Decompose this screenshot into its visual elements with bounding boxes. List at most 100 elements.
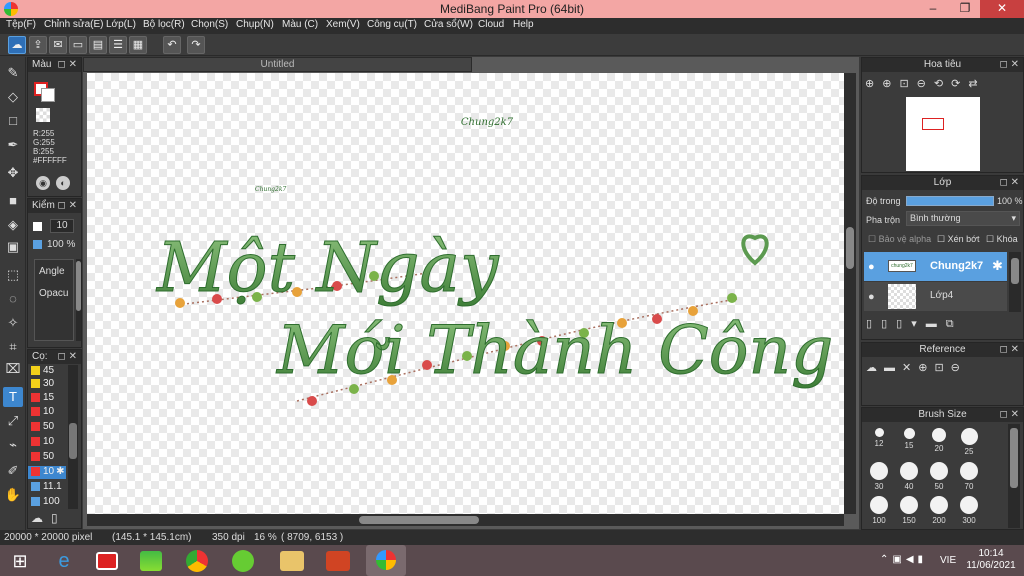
canvas-vertical-scrollbar[interactable] <box>844 73 856 514</box>
pen-tool-icon[interactable]: ✒ <box>3 135 23 155</box>
canvas-horizontal-scrollbar[interactable] <box>87 514 844 526</box>
background-color-swatch[interactable] <box>41 88 55 102</box>
brush-tool-icon[interactable]: ✎ <box>3 63 23 83</box>
clock[interactable]: 10:14 11/06/2021 <box>966 548 1016 572</box>
zoom-in-icon[interactable]: ⊕ <box>865 78 882 90</box>
zoom-out-icon[interactable]: ⊖ <box>951 362 967 374</box>
size-row[interactable]: 45 <box>28 365 66 378</box>
menu-color[interactable]: Màu (C) <box>282 19 318 30</box>
transparent-swatch[interactable] <box>36 108 50 122</box>
navigator-preview[interactable] <box>906 97 980 171</box>
windows-start-icon[interactable]: ⊞ <box>6 548 34 574</box>
menu-window[interactable]: Cửa sổ(W) <box>424 19 473 30</box>
file-explorer-icon[interactable] <box>280 551 304 571</box>
open-folder-icon[interactable]: ▬ <box>884 362 902 374</box>
brush-size-option[interactable]: 70 <box>954 460 984 496</box>
eyedropper-icon[interactable]: ✐ <box>3 461 23 481</box>
fit-icon[interactable]: ⊡ <box>934 362 950 374</box>
menu-capture[interactable]: Chụp(N) <box>236 19 274 30</box>
menu-tools[interactable]: Công cụ(T) <box>367 19 417 30</box>
bluestacks-icon[interactable] <box>140 551 162 571</box>
size-row-selected[interactable]: 10 ✱ <box>28 466 66 479</box>
size-row[interactable]: 30 <box>28 378 66 391</box>
size-row[interactable]: 10 <box>28 436 66 449</box>
brush-size-field[interactable]: 10 <box>50 219 74 233</box>
minimize-button[interactable]: – <box>918 0 948 18</box>
document-tab[interactable]: Untitled <box>83 57 472 72</box>
select-eraser-icon[interactable]: ⌧ <box>3 359 23 379</box>
menu-view[interactable]: Xem(V) <box>326 19 360 30</box>
zoom-in-2-icon[interactable]: ⊕ <box>882 78 899 90</box>
bucket-tool-icon[interactable]: ◈ <box>3 215 23 235</box>
size-row[interactable]: 100 <box>28 496 66 509</box>
layer-opacity-slider[interactable] <box>906 196 994 206</box>
share-icon[interactable]: ⇪ <box>29 36 47 54</box>
blend-mode-select[interactable]: Bình thường ▾ <box>906 211 1020 226</box>
folder-icon[interactable]: ▬ <box>926 318 946 330</box>
magic-wand-icon[interactable]: ✧ <box>3 313 23 333</box>
brush-options-scrollbar[interactable] <box>76 259 81 341</box>
size-row[interactable]: 50 <box>28 421 66 434</box>
color-wheel-icon[interactable]: ◐ <box>56 176 70 190</box>
close-button[interactable]: ✕ <box>980 0 1024 18</box>
dropper-tool-icon[interactable]: ⌁ <box>3 435 23 455</box>
layer-menu-icon[interactable]: ▾ <box>911 318 926 330</box>
cloud-upload-icon[interactable]: ☁ <box>866 362 884 374</box>
menu-cloud[interactable]: Cloud <box>478 19 504 30</box>
close-icon[interactable]: ✕ <box>902 362 918 374</box>
fill-rect-tool-icon[interactable]: ■ <box>3 191 23 211</box>
restore-button[interactable]: ❐ <box>950 0 980 18</box>
zoom-out-icon[interactable]: ⊖ <box>917 78 934 90</box>
language-indicator[interactable]: VIE <box>940 555 956 566</box>
redo-icon[interactable]: ↷ <box>187 36 205 54</box>
select-rect-icon[interactable]: ⬚ <box>3 265 23 285</box>
menu-filter[interactable]: Bộ lọc(R) <box>143 19 185 30</box>
brush-size-option[interactable]: 40 <box>894 460 924 496</box>
palette-icon[interactable]: ◉ <box>36 176 50 190</box>
document-icon[interactable]: ▤ <box>89 36 107 54</box>
move-tool-icon[interactable]: ✥ <box>3 163 23 183</box>
merge-icon[interactable]: ⧉ <box>946 318 963 330</box>
size-row[interactable]: 50 <box>28 451 66 464</box>
drawing-canvas[interactable]: Chung2k7 Chung2k7 Một Ngày Mới Thành Côn… <box>87 73 844 514</box>
menu-select[interactable]: Chọn(S) <box>191 19 228 30</box>
brush-size-option[interactable]: 300 <box>954 494 984 530</box>
comment-icon[interactable]: ✉ <box>49 36 67 54</box>
fit-icon[interactable]: ⊡ <box>899 78 916 90</box>
new-layer-icon[interactable]: ▯ <box>866 318 881 330</box>
brush-size-option[interactable]: 30 <box>864 460 894 496</box>
eraser-tool-icon[interactable]: ◇ <box>3 87 23 107</box>
layer-scrollbar[interactable] <box>1009 252 1021 312</box>
brush-size-option[interactable]: 15 <box>894 426 924 462</box>
system-tray-icons[interactable]: ⌃▣◀▮ <box>880 554 927 565</box>
brush-size-option[interactable]: 20 <box>924 426 954 462</box>
medibang-taskbar-button[interactable] <box>366 545 406 576</box>
rotate-right-icon[interactable]: ⟳ <box>951 78 968 90</box>
add-brush-icon[interactable]: ☁ <box>31 511 47 525</box>
brush-list-scrollbar[interactable] <box>68 365 78 509</box>
grid-icon[interactable]: ▦ <box>129 36 147 54</box>
text-tool-icon[interactable]: T <box>3 387 23 407</box>
lasso-tool-icon[interactable]: ◌ <box>3 289 23 309</box>
protect-alpha-checkbox[interactable]: ☐ Bảo vệ alpha <box>868 234 931 245</box>
gradient-tool-icon[interactable]: ▣ <box>3 237 23 257</box>
brush-opacity-value[interactable]: 100 % <box>47 239 75 250</box>
operation-tool-icon[interactable]: ⤢ <box>3 411 23 431</box>
layer-item-selected[interactable]: ● chung2k7 Chung2k7 ✱ <box>864 252 1007 281</box>
brush-size-option[interactable]: 12 <box>864 426 894 462</box>
app-icon[interactable] <box>232 550 254 572</box>
ie-icon[interactable]: e <box>50 548 78 574</box>
rect-tool-icon[interactable]: □ <box>3 111 23 131</box>
hand-tool-icon[interactable]: ✋ <box>3 485 23 505</box>
select-pen-icon[interactable]: ⌗ <box>3 337 23 357</box>
menu-edit[interactable]: Chỉnh sửa(E) <box>44 19 104 30</box>
brush-size-option[interactable]: 100 <box>864 494 894 530</box>
undo-icon[interactable]: ↶ <box>163 36 181 54</box>
brush-size-scrollbar[interactable] <box>1008 424 1020 528</box>
zoom-in-icon[interactable]: ⊕ <box>918 362 934 374</box>
menu-help[interactable]: Help <box>513 19 534 30</box>
new-layer-2-icon[interactable]: ▯ <box>881 318 896 330</box>
menu-layer[interactable]: Lớp(L) <box>106 19 136 30</box>
menu-file[interactable]: Tệp(F) <box>6 19 36 30</box>
chat-icon[interactable]: ▭ <box>69 36 87 54</box>
